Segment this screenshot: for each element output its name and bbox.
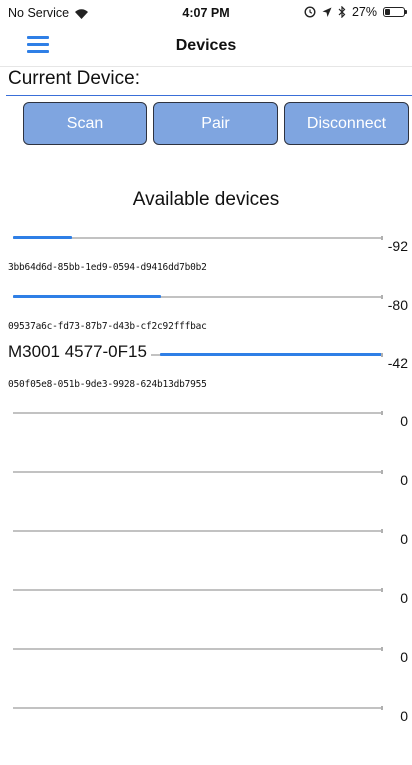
signal-strength-bar	[13, 470, 383, 474]
signal-track-end	[381, 588, 383, 592]
device-rssi: -80	[387, 297, 408, 313]
device-row[interactable]: -92 3bb64d6d-85bb-1ed9-0594-d9416dd7b0b2	[0, 236, 412, 295]
device-uuid: 3bb64d6d-85bb-1ed9-0594-d9416dd7b0b2	[8, 262, 207, 273]
current-device-label: Current Device:	[8, 68, 140, 89]
device-row[interactable]: 0	[0, 411, 412, 470]
device-row[interactable]: 0	[0, 588, 412, 647]
signal-track-end	[381, 295, 383, 299]
device-row[interactable]: 0	[0, 647, 412, 706]
signal-strength-bar	[13, 647, 383, 651]
signal-strength-bar	[13, 295, 383, 299]
device-row[interactable]: 0	[0, 529, 412, 588]
navigation-bar: Devices	[0, 26, 412, 67]
device-rssi: 0	[400, 649, 408, 665]
scan-button[interactable]: Scan	[23, 102, 147, 145]
available-devices-heading: Available devices	[132, 189, 280, 210]
status-bar: No Service 4:07 PM 27%	[0, 0, 412, 26]
current-device-underline	[6, 95, 412, 96]
page-title: Devices	[175, 37, 237, 54]
battery-level	[385, 9, 391, 15]
signal-strength-fill	[13, 236, 73, 239]
status-right: 27%	[304, 5, 407, 19]
device-rssi: 0	[400, 413, 408, 429]
signal-strength-bar	[13, 706, 383, 710]
signal-track-end	[381, 411, 383, 415]
signal-track-end	[381, 470, 383, 474]
location-arrow-icon	[322, 7, 332, 17]
signal-track-end	[381, 236, 383, 240]
battery-icon	[383, 7, 407, 17]
device-rssi: 0	[400, 472, 408, 488]
bluetooth-icon	[338, 6, 346, 18]
disconnect-button[interactable]: Disconnect	[284, 102, 409, 145]
signal-strength-bar	[13, 411, 383, 415]
device-rssi: -92	[387, 238, 408, 254]
device-uuid: 09537a6c-fd73-87b7-d43b-cf2c92fffbac	[8, 321, 207, 332]
signal-strength-fill	[13, 295, 161, 298]
signal-track-end	[381, 529, 383, 533]
signal-strength-bar	[13, 588, 383, 592]
device-rssi: 0	[400, 708, 408, 724]
device-row[interactable]: 0	[0, 470, 412, 529]
device-uuid: 050f05e8-051b-9de3-9928-624b13db7955	[8, 379, 207, 390]
battery-percent: 27%	[351, 5, 377, 19]
signal-strength-bar	[13, 236, 383, 240]
signal-track-end	[381, 647, 383, 651]
device-name: M3001 4577-0F15	[8, 342, 151, 362]
device-row[interactable]: 0	[0, 706, 412, 765]
pair-button[interactable]: Pair	[153, 102, 278, 145]
alarm-icon	[304, 6, 316, 18]
signal-track-end	[381, 353, 383, 357]
signal-track-end	[381, 706, 383, 710]
device-rssi: 0	[400, 590, 408, 606]
device-row[interactable]: M3001 4577-0F15 -42 050f05e8-051b-9de3-992…	[0, 342, 412, 412]
signal-strength-bar	[13, 529, 383, 533]
device-rssi: -42	[387, 355, 408, 371]
device-rssi: 0	[400, 531, 408, 547]
signal-strength-fill	[160, 353, 382, 356]
